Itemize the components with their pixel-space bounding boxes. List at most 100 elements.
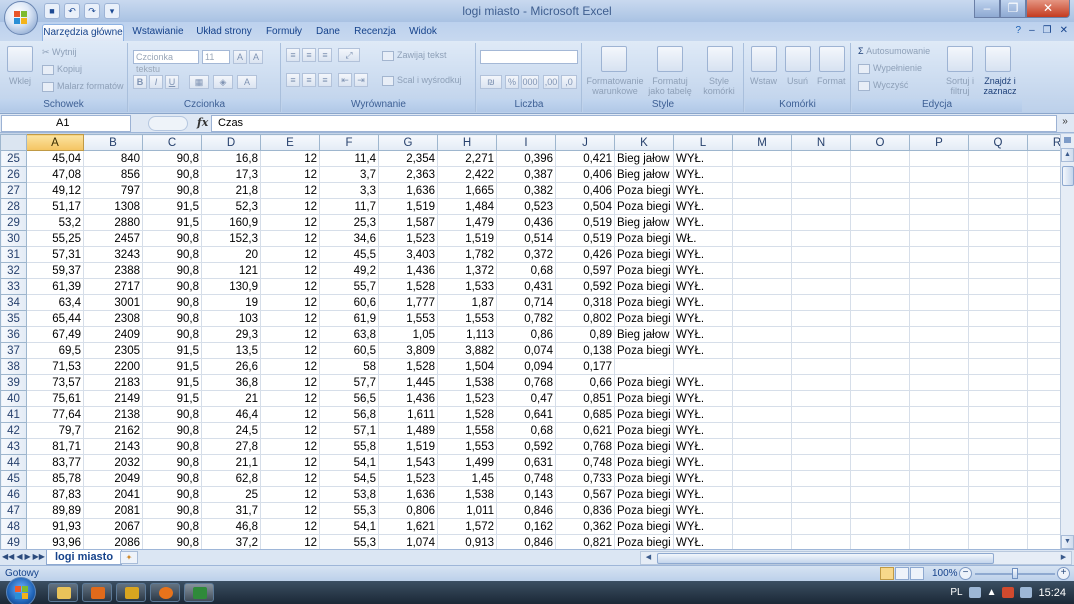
cell[interactable]: 45,04 — [26, 150, 84, 167]
cell[interactable] — [1027, 310, 1060, 327]
cell[interactable]: WYŁ. — [673, 374, 733, 391]
cell[interactable] — [791, 390, 851, 407]
decrease-decimal-button[interactable]: ,0 — [561, 75, 577, 89]
cell[interactable]: 57,1 — [319, 422, 379, 439]
cell[interactable] — [732, 534, 792, 549]
cell[interactable] — [968, 150, 1028, 167]
cell[interactable] — [850, 150, 910, 167]
cell[interactable]: 0,836 — [555, 502, 615, 519]
cell[interactable] — [850, 486, 910, 503]
cell[interactable]: 91,5 — [142, 342, 202, 359]
row-header[interactable]: 25 — [0, 150, 27, 167]
tab-insert[interactable]: Wstawianie — [130, 24, 186, 41]
cell[interactable]: 11,7 — [319, 198, 379, 215]
column-header[interactable]: D — [201, 134, 261, 151]
cell[interactable]: 12 — [260, 374, 320, 391]
scroll-down-icon[interactable]: ▼ — [1061, 535, 1074, 549]
cell[interactable]: 57,7 — [319, 374, 379, 391]
cell[interactable]: 1,553 — [437, 310, 497, 327]
cell[interactable]: 0,426 — [555, 246, 615, 263]
cell[interactable]: 2041 — [83, 486, 143, 503]
vertical-scroll-thumb[interactable] — [1062, 166, 1074, 186]
cell-styles-button[interactable]: Style komórki — [697, 76, 741, 96]
cell[interactable] — [1027, 342, 1060, 359]
row-header[interactable]: 42 — [0, 422, 27, 439]
cell[interactable] — [968, 214, 1028, 231]
cell[interactable]: 63,8 — [319, 326, 379, 343]
cell[interactable] — [791, 502, 851, 519]
cell[interactable]: 31,7 — [201, 502, 261, 519]
copy-button[interactable]: Kopiuj — [42, 64, 82, 75]
cell[interactable] — [1027, 230, 1060, 247]
row-header[interactable]: 47 — [0, 502, 27, 519]
cell[interactable]: 51,17 — [26, 198, 84, 215]
cell[interactable]: 0,362 — [555, 518, 615, 535]
cell[interactable] — [732, 374, 792, 391]
cell[interactable] — [1027, 246, 1060, 263]
delete-button[interactable]: Usuń — [787, 76, 808, 86]
cell[interactable] — [850, 470, 910, 487]
page-break-view-icon[interactable] — [910, 567, 924, 580]
cell[interactable] — [732, 326, 792, 343]
cell[interactable]: 90,8 — [142, 182, 202, 199]
decrease-indent-icon[interactable]: ⇤ — [338, 73, 352, 87]
cell[interactable]: 1,445 — [378, 374, 438, 391]
cell[interactable] — [791, 358, 851, 375]
row-header[interactable]: 28 — [0, 198, 27, 215]
fill-button[interactable]: Wypełnienie — [858, 63, 922, 74]
cell[interactable]: 25 — [201, 486, 261, 503]
cell[interactable]: Poza biegi — [614, 502, 674, 519]
language-indicator[interactable]: PL — [950, 587, 962, 598]
row-header[interactable]: 48 — [0, 518, 27, 535]
cell[interactable]: 0,519 — [555, 230, 615, 247]
column-header[interactable]: I — [496, 134, 556, 151]
help-icon[interactable]: ? — [1016, 25, 1022, 36]
cell[interactable]: 12 — [260, 230, 320, 247]
cell[interactable] — [850, 198, 910, 215]
close-button[interactable]: ✕ — [1026, 0, 1070, 18]
cell[interactable] — [791, 182, 851, 199]
cell[interactable]: 0,631 — [496, 454, 556, 471]
cell[interactable]: 12 — [260, 406, 320, 423]
minimize-button[interactable]: – — [974, 0, 1000, 18]
cell[interactable] — [791, 198, 851, 215]
cell[interactable] — [968, 342, 1028, 359]
cell[interactable]: 87,83 — [26, 486, 84, 503]
cell[interactable] — [850, 230, 910, 247]
cell[interactable]: 0,913 — [437, 534, 497, 549]
cell[interactable] — [732, 406, 792, 423]
cell[interactable]: 60,6 — [319, 294, 379, 311]
cell[interactable]: 90,8 — [142, 310, 202, 327]
cell[interactable]: 1,05 — [378, 326, 438, 343]
cell[interactable] — [1027, 166, 1060, 183]
cell[interactable]: WYŁ. — [673, 502, 733, 519]
cell[interactable]: WŁ. — [673, 230, 733, 247]
cell[interactable]: 130,9 — [201, 278, 261, 295]
cell[interactable]: 0,66 — [555, 374, 615, 391]
cell[interactable]: WYŁ. — [673, 278, 733, 295]
cell[interactable]: 2149 — [83, 390, 143, 407]
cell[interactable]: WYŁ. — [673, 326, 733, 343]
format-table-button[interactable]: Formatuj jako tabelę — [645, 76, 695, 96]
cell[interactable]: 0,597 — [555, 262, 615, 279]
cell[interactable]: 2081 — [83, 502, 143, 519]
cell[interactable]: 1,538 — [437, 374, 497, 391]
cell[interactable]: 75,61 — [26, 390, 84, 407]
cell[interactable]: 61,39 — [26, 278, 84, 295]
cell[interactable]: 0,406 — [555, 182, 615, 199]
cell[interactable] — [1027, 374, 1060, 391]
cell[interactable] — [968, 438, 1028, 455]
cell[interactable] — [1027, 390, 1060, 407]
cell[interactable]: 0,406 — [555, 166, 615, 183]
cell[interactable]: WYŁ. — [673, 342, 733, 359]
cell[interactable]: 46,8 — [201, 518, 261, 535]
tab-formulas[interactable]: Formuły — [262, 24, 306, 41]
cell[interactable]: WYŁ. — [673, 150, 733, 167]
cell[interactable]: 3,7 — [319, 166, 379, 183]
cell[interactable]: 2409 — [83, 326, 143, 343]
cell[interactable] — [968, 166, 1028, 183]
increase-decimal-button[interactable]: ,00 — [543, 75, 559, 89]
cell[interactable] — [909, 390, 969, 407]
cell[interactable]: 2162 — [83, 422, 143, 439]
cell[interactable] — [1027, 214, 1060, 231]
